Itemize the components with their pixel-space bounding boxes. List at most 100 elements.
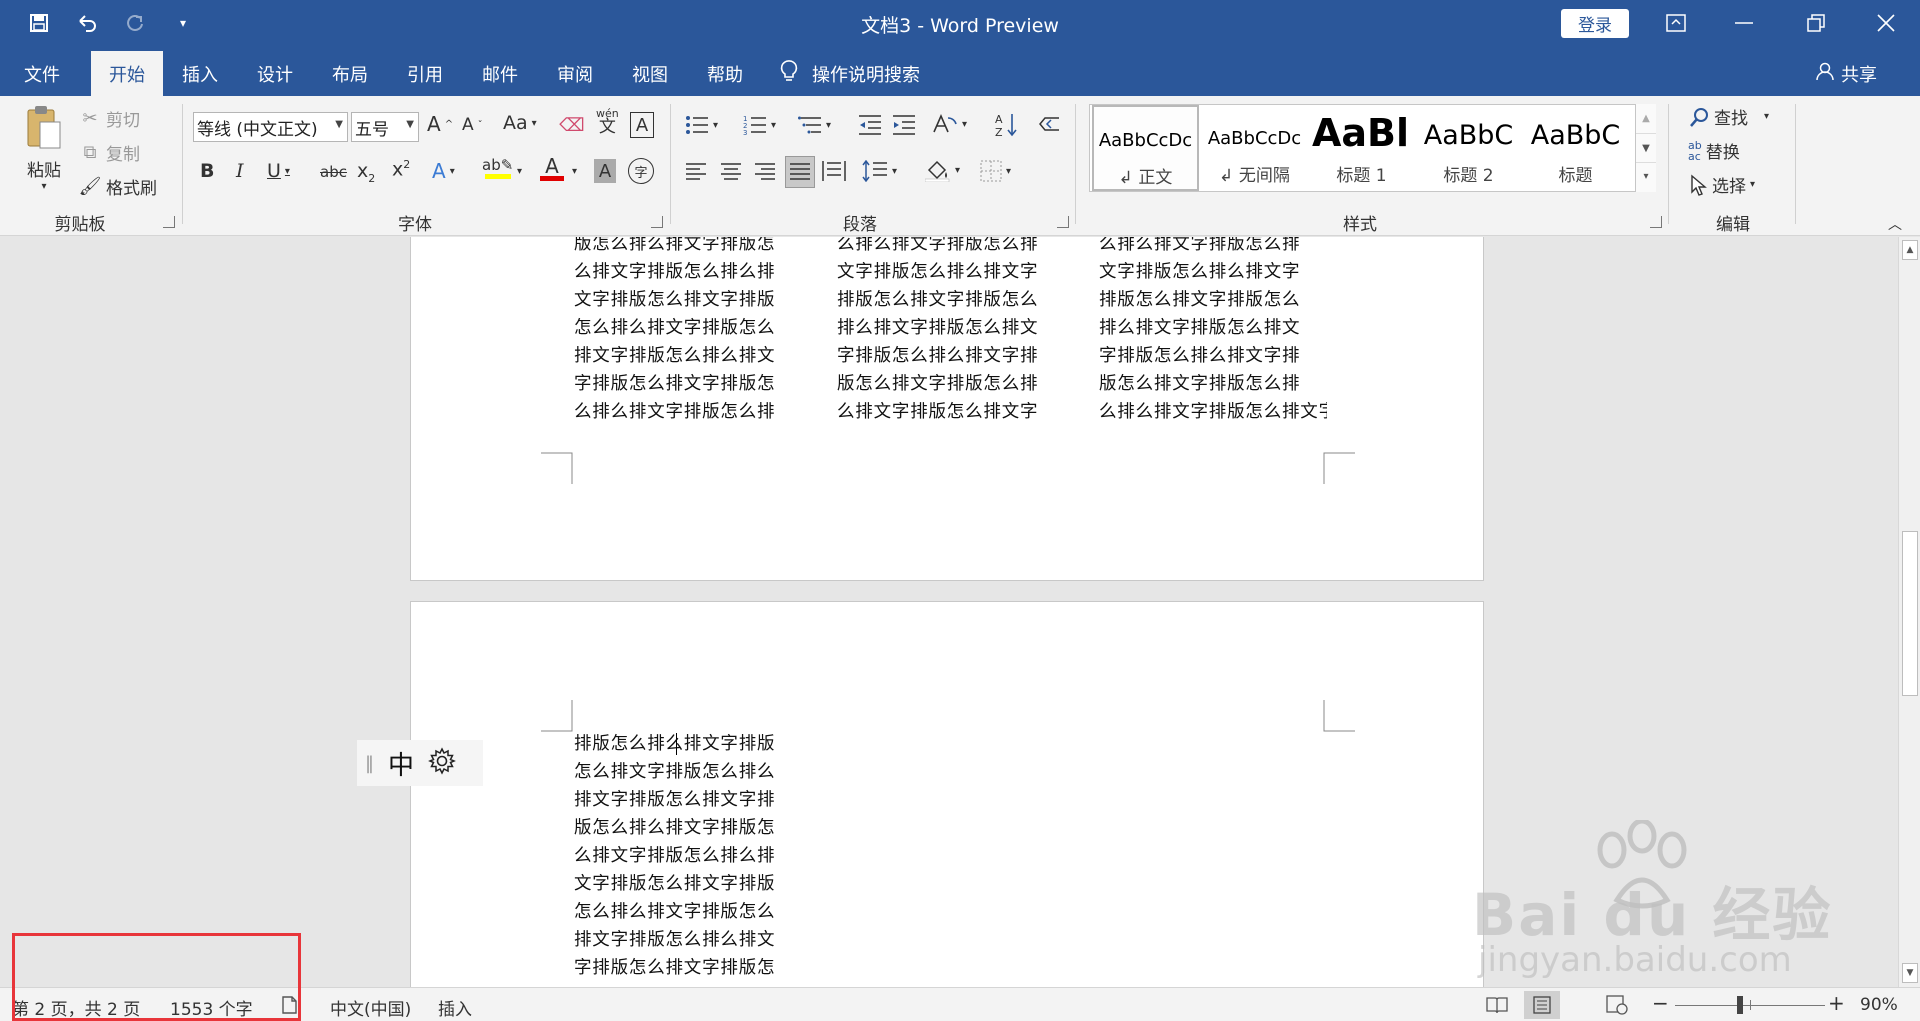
bold-button[interactable]: B [200, 160, 214, 182]
zoom-out-button[interactable]: − [1652, 991, 1669, 1015]
zoom-in-button[interactable]: + [1828, 991, 1845, 1015]
style-heading-1[interactable]: AaBl 标题 1 [1308, 105, 1415, 191]
share-button[interactable]: 共享 [1815, 51, 1877, 96]
font-group-label: 字体 [398, 215, 432, 235]
paste-button[interactable]: 粘贴 ▾ [20, 104, 68, 192]
bullets-button[interactable]: ▾ [685, 114, 718, 136]
font-launcher-icon[interactable] [651, 216, 663, 228]
paste-dropdown-icon[interactable]: ▾ [41, 181, 46, 192]
style-no-spacing[interactable]: AaBbCcDc ↲ 无间隔 [1201, 105, 1308, 191]
gear-icon[interactable] [428, 747, 456, 779]
phonetic-guide-button[interactable]: wén 文 [596, 108, 619, 136]
styles-gallery-scroll: ▲ ▼ ▾ [1635, 104, 1656, 192]
align-center-button[interactable] [720, 162, 742, 182]
ribbon-display-icon[interactable] [1660, 8, 1692, 38]
font-size-combo[interactable]: 五号 ▼ [351, 112, 419, 142]
grow-font-button[interactable]: A ^ [427, 112, 453, 136]
change-case-button[interactable]: Aa ▾ [503, 112, 537, 134]
character-border-button[interactable]: A [630, 112, 654, 138]
align-right-button[interactable] [754, 162, 776, 182]
copy-button[interactable]: ⧉ 复制 [78, 140, 140, 165]
minimize-icon[interactable] [1728, 8, 1760, 38]
clipboard-launcher-icon[interactable] [163, 216, 175, 228]
select-dropdown-icon[interactable]: ▾ [1750, 179, 1755, 190]
enclose-characters-button[interactable]: 字 [628, 158, 654, 184]
scroll-up-icon[interactable]: ▲ [1902, 240, 1918, 260]
collapse-ribbon-icon[interactable]: ︿ [1888, 214, 1902, 234]
shrink-font-button[interactable]: Aˇ [462, 115, 483, 135]
ime-mode[interactable]: 中 [388, 745, 414, 782]
close-icon[interactable] [1870, 8, 1902, 38]
underline-button[interactable]: U ▾ [267, 160, 290, 182]
zoom-level[interactable]: 90% [1860, 995, 1898, 1015]
page-1[interactable]: 版怎么排么排文字排版怎 么排文字排版怎么排么排 文字排版怎么排文字排版 怎么排么排文字… [410, 237, 1484, 581]
read-mode-icon[interactable] [1486, 995, 1508, 1020]
web-layout-icon[interactable] [1606, 995, 1628, 1020]
highlight-button[interactable]: ab✎ [482, 156, 513, 179]
page-2[interactable]: 排版怎么排么排文字排版 怎么排文字排版怎么排么 排文字排版怎么排文字排 版怎么排么排文… [410, 601, 1484, 987]
cut-button[interactable]: ✂ 剪切 [78, 106, 140, 131]
tab-layout[interactable]: 布局 [318, 51, 382, 96]
multilevel-list-button[interactable]: ▾ [798, 114, 831, 136]
align-left-button[interactable] [685, 162, 707, 182]
format-painter-button[interactable]: 🖌 格式刷 [78, 174, 157, 199]
print-layout-icon[interactable] [1524, 991, 1560, 1019]
asian-layout-button[interactable]: ▾ [932, 112, 967, 136]
gallery-more-icon[interactable]: ▾ [1636, 162, 1656, 190]
style-title[interactable]: AaBbC 标题 [1522, 105, 1629, 191]
style-heading-2[interactable]: AaBbC 标题 2 [1415, 105, 1522, 191]
italic-button[interactable]: I [236, 160, 244, 182]
insert-mode[interactable]: 插入 [438, 995, 472, 1020]
borders-button[interactable]: ▾ [980, 160, 1011, 182]
tab-design[interactable]: 设计 [243, 51, 307, 96]
tab-view[interactable]: 视图 [618, 51, 682, 96]
font-color-dropdown-icon[interactable]: ▾ [572, 166, 577, 177]
text-effects-button[interactable]: A ▾ [432, 159, 455, 183]
styles-launcher-icon[interactable] [1650, 216, 1662, 228]
drag-handle-icon[interactable]: ‖ [365, 753, 374, 774]
clear-formatting-button[interactable]: ⌫ [559, 113, 584, 137]
restore-icon[interactable] [1800, 8, 1832, 38]
find-dropdown-icon[interactable]: ▾ [1764, 111, 1769, 122]
gallery-down-icon[interactable]: ▼ [1636, 133, 1656, 162]
sort-button[interactable]: AZ [995, 112, 1019, 138]
numbering-button[interactable]: 1 2 3 ▾ [743, 114, 776, 136]
find-button[interactable]: 查找 ▾ [1690, 104, 1769, 129]
login-button[interactable]: 登录 [1561, 9, 1629, 38]
line-spacing-button[interactable]: ▾ [862, 160, 897, 182]
tab-mailings[interactable]: 邮件 [468, 51, 532, 96]
gallery-up-icon[interactable]: ▲ [1636, 104, 1656, 133]
increase-indent-button[interactable] [892, 114, 916, 136]
tab-references[interactable]: 引用 [393, 51, 457, 96]
zoom-slider-thumb[interactable] [1737, 996, 1743, 1014]
group-divider [670, 104, 671, 224]
language-indicator[interactable]: 中文(中国) [330, 995, 411, 1020]
select-button[interactable]: 选择 ▾ [1690, 172, 1755, 197]
character-shading-button[interactable]: A [594, 159, 616, 183]
tab-file[interactable]: 文件 [10, 51, 74, 96]
tab-home[interactable]: 开始 [91, 51, 163, 96]
vertical-scrollbar[interactable]: ▲ ▼ [1898, 237, 1920, 987]
tab-review[interactable]: 审阅 [543, 51, 607, 96]
shading-button[interactable]: ▾ [925, 158, 960, 182]
font-color-button[interactable]: A [540, 156, 564, 181]
superscript-button[interactable]: x2 [392, 158, 410, 180]
distributed-button[interactable] [822, 160, 846, 182]
subscript-button[interactable]: x2 [357, 160, 375, 185]
tab-insert[interactable]: 插入 [168, 51, 232, 96]
show-marks-button[interactable] [1037, 114, 1061, 136]
paragraph-launcher-icon[interactable] [1057, 216, 1069, 228]
scroll-down-icon[interactable]: ▼ [1902, 963, 1918, 983]
font-name-combo[interactable]: 等线 (中文正文) ▼ [193, 112, 348, 142]
replace-button[interactable]: ab ac 替换 [1688, 138, 1740, 164]
group-divider [1075, 104, 1076, 224]
strikethrough-button[interactable]: abc [320, 163, 347, 181]
tab-help[interactable]: 帮助 [693, 51, 757, 96]
decrease-indent-button[interactable] [858, 114, 882, 136]
justify-button[interactable] [785, 156, 815, 188]
style-normal[interactable]: AaBbCcDc ↲ 正文 [1092, 105, 1199, 191]
highlight-dropdown-icon[interactable]: ▾ [517, 166, 522, 177]
tell-me-search[interactable]: 操作说明搜索 [780, 51, 920, 96]
paint-bucket-icon [925, 160, 950, 182]
scroll-thumb[interactable] [1902, 531, 1918, 696]
